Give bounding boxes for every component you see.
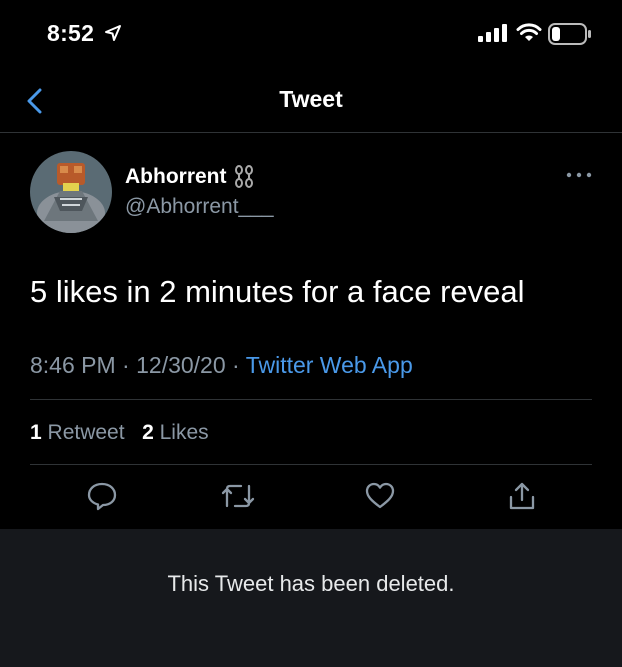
retweet-count: 1 [30, 421, 42, 444]
retweet-icon[interactable] [219, 480, 257, 512]
deleted-tweet-notice: This Tweet has been deleted. [0, 529, 622, 667]
meta-separator: · [232, 352, 240, 378]
tweet-source-link[interactable]: Twitter Web App [246, 352, 413, 378]
tweet-actions [0, 480, 622, 520]
location-arrow-icon [105, 25, 121, 41]
chains-emoji-icon [234, 165, 253, 188]
nav-bar: Tweet [0, 70, 622, 133]
signal-icon [478, 24, 507, 42]
meta-separator: · [122, 352, 130, 378]
like-count: 2 [142, 421, 154, 444]
like-icon[interactable] [364, 480, 396, 512]
tweet-text: 5 likes in 2 minutes for a face reveal [30, 274, 525, 309]
retweets-stat[interactable]: 1 Retweet [30, 421, 125, 444]
share-icon[interactable] [506, 480, 538, 512]
tweet-meta: 8:46 PM · 12/30/20 · Twitter Web App [30, 352, 413, 379]
divider [30, 399, 592, 400]
tweet-stats: 1 Retweet 2 Likes [30, 421, 209, 445]
reply-icon[interactable] [86, 480, 118, 512]
more-options-icon[interactable] [566, 171, 592, 179]
page-title: Tweet [279, 86, 343, 112]
tweet-detail: Abhorrent @Abhorrent___ 5 likes in 2 min… [0, 133, 622, 529]
like-label: Likes [159, 421, 209, 444]
divider [30, 464, 592, 465]
retweet-label: Retweet [47, 421, 125, 444]
tweet-time: 8:46 PM [30, 352, 116, 378]
avatar[interactable] [30, 151, 112, 233]
deleted-notice-text: This Tweet has been deleted. [167, 571, 455, 596]
author-name[interactable]: Abhorrent [125, 165, 227, 189]
author-handle[interactable]: @Abhorrent___ [125, 195, 274, 219]
wifi-icon [516, 23, 542, 41]
status-bar: 8:52 [0, 0, 622, 70]
author-name-row: Abhorrent [125, 164, 257, 190]
likes-stat[interactable]: 2 Likes [142, 421, 209, 444]
tweet-date: 12/30/20 [136, 352, 226, 378]
status-time: 8:52 [47, 20, 95, 46]
battery-icon [548, 23, 591, 45]
